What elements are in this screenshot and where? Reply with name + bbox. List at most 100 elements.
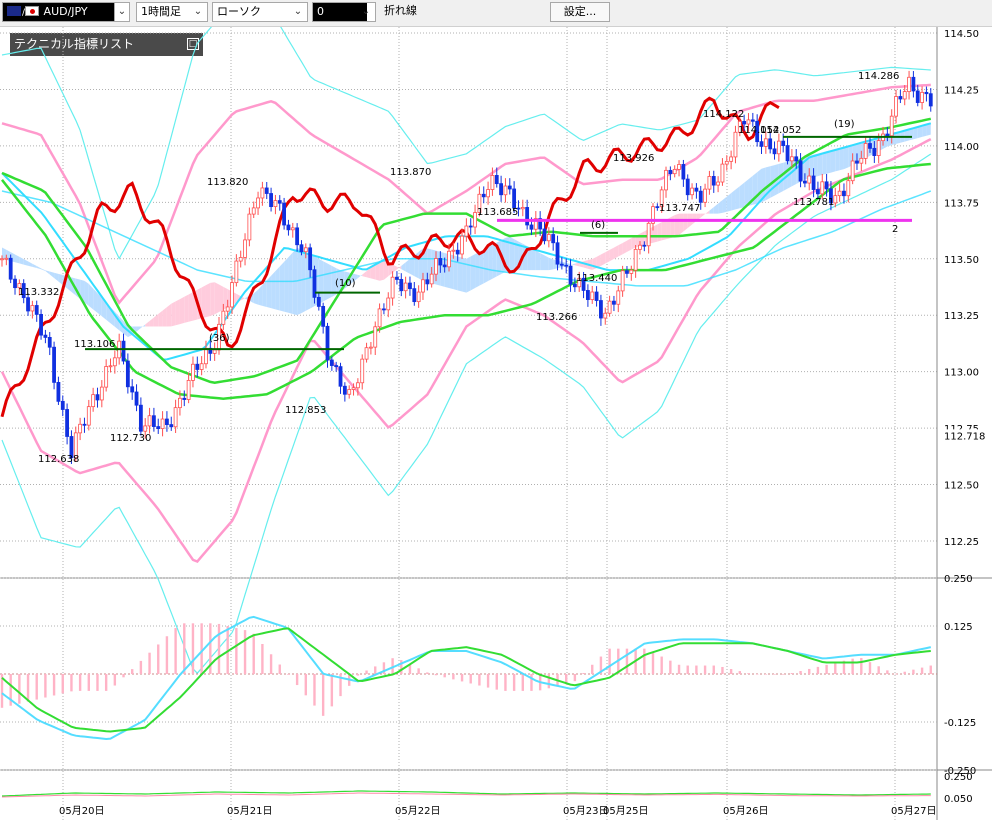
bear-candle [60, 400, 65, 410]
macd-histogram-bar [547, 674, 551, 689]
macd-histogram-bar [521, 674, 524, 691]
macd-histogram-bar [452, 674, 455, 680]
cloud-segment [171, 301, 176, 327]
cloud-segment [674, 213, 680, 237]
cloud-segment [457, 256, 463, 292]
bear-candle [334, 365, 339, 368]
macd-histogram-bar [755, 674, 759, 675]
cloud-segment [19, 256, 24, 265]
cloud-segment [822, 151, 827, 175]
bear-candle [924, 91, 929, 95]
macd-histogram-bar [417, 668, 420, 674]
bear-candle [82, 423, 87, 426]
cloud-segment [548, 257, 554, 271]
timeframe-select[interactable]: 1時間足 ⌄ [136, 2, 208, 22]
cloud-segment [362, 271, 367, 278]
macd-histogram-bar [200, 623, 203, 674]
chevron-down-icon[interactable]: ⌄ [191, 3, 205, 21]
macd-histogram-bar [703, 665, 707, 674]
bull-candle [429, 273, 434, 285]
bull-candle [351, 387, 356, 390]
bear-candle [803, 180, 807, 184]
bull-candle [225, 306, 230, 312]
bull-candle [629, 269, 634, 274]
macd-histogram-bar [18, 674, 21, 704]
bear-candle [425, 279, 430, 285]
price-annotation: 113.685 [477, 207, 518, 218]
macd-histogram-bar [87, 674, 90, 691]
macd-histogram-bar [35, 674, 38, 700]
x-tick-label: 05月22日 [395, 805, 440, 817]
cloud-segment [705, 210, 710, 215]
macd-histogram-bar [269, 654, 273, 674]
macd-histogram-bar [512, 674, 516, 691]
settings-button[interactable]: 設定... [550, 2, 610, 22]
indicator-select[interactable]: 0 ⌄ [312, 2, 376, 22]
bull-candle [78, 423, 83, 434]
chart-style-label: ローソク [217, 5, 261, 18]
macd-histogram-bar [365, 670, 368, 674]
macd-histogram-bar [165, 636, 169, 674]
macd-histogram-bar [217, 623, 221, 674]
price-annotation: 113.106 [74, 339, 115, 350]
macd-histogram-bar [148, 652, 151, 674]
bull-candle [607, 300, 612, 314]
chevron-down-icon[interactable]: ⌄ [291, 3, 305, 21]
cloud-segment [613, 245, 619, 259]
price-annotation: 114.052 [760, 125, 801, 136]
price-annotation: (19) [834, 119, 855, 130]
cloud-segment [323, 261, 328, 302]
cloud-segment [266, 275, 272, 309]
bear-candle [481, 193, 486, 198]
macd-y-tick-label: 0.125 [944, 622, 973, 633]
x-axis: 05月20日 05月21日 05月22日 05月23日05月25日 05月26日 05月2… [59, 805, 936, 817]
bull-candle [503, 185, 508, 196]
macd-histogram-bar [191, 623, 195, 674]
chevron-down-icon[interactable]: ⌄ [114, 3, 129, 21]
cloud-segment [596, 254, 601, 269]
bear-candle [455, 249, 460, 255]
cloud-segment [284, 257, 289, 313]
macd-histogram-bar [139, 660, 143, 674]
macd-histogram-bar [356, 674, 360, 676]
chart-style-select[interactable]: ローソク ⌄ [212, 2, 308, 22]
macd-histogram-bar [26, 674, 30, 702]
price-chart[interactable]: 113.332 113.106 112.638 112.730 113.820 112.8… [0, 27, 992, 820]
macd-histogram-bar [591, 664, 594, 674]
bear-candle [8, 257, 13, 280]
x-tick-label: 05月27日 [891, 805, 936, 817]
symbol-label: AUD/JPY [43, 5, 88, 18]
bear-candle [138, 404, 143, 432]
cloud-segment [275, 266, 280, 311]
bull-candle [360, 358, 365, 384]
cloud-segment [722, 196, 727, 213]
bear-candle [824, 181, 829, 190]
line-label: 折れ線 [384, 4, 417, 17]
bottom-indicator-panel [1, 790, 931, 798]
chevron-down-icon[interactable]: ⌄ [359, 3, 373, 21]
cloud-segment [488, 244, 493, 282]
price-annotation: 113.820 [207, 177, 248, 188]
bull-candle [221, 310, 226, 325]
bull-candle [99, 386, 104, 401]
macd-histogram-bar [860, 658, 863, 674]
bear-candle [911, 76, 916, 92]
bear-candle [811, 175, 816, 190]
cloud-segment [653, 224, 658, 243]
bull-candle [416, 291, 421, 303]
macd-histogram-bar [738, 671, 741, 674]
macd-histogram-bar [573, 674, 577, 682]
cloud-segment [540, 253, 545, 271]
bull-candle [303, 247, 308, 253]
cloud-segment [731, 189, 736, 211]
macd-histogram-bar [295, 674, 299, 686]
price-annotation: 113.781 [793, 197, 834, 208]
cloud-segment [739, 182, 745, 209]
cloud-segment [23, 259, 29, 266]
cloud-segment [683, 213, 688, 232]
bear-candle [325, 325, 330, 361]
price-annotation: 2 [892, 224, 898, 235]
macd-histogram-bar [686, 665, 689, 674]
symbol-select[interactable]: / AUD/JPY ⌄ [2, 2, 130, 22]
macd-histogram-bar [304, 674, 307, 696]
